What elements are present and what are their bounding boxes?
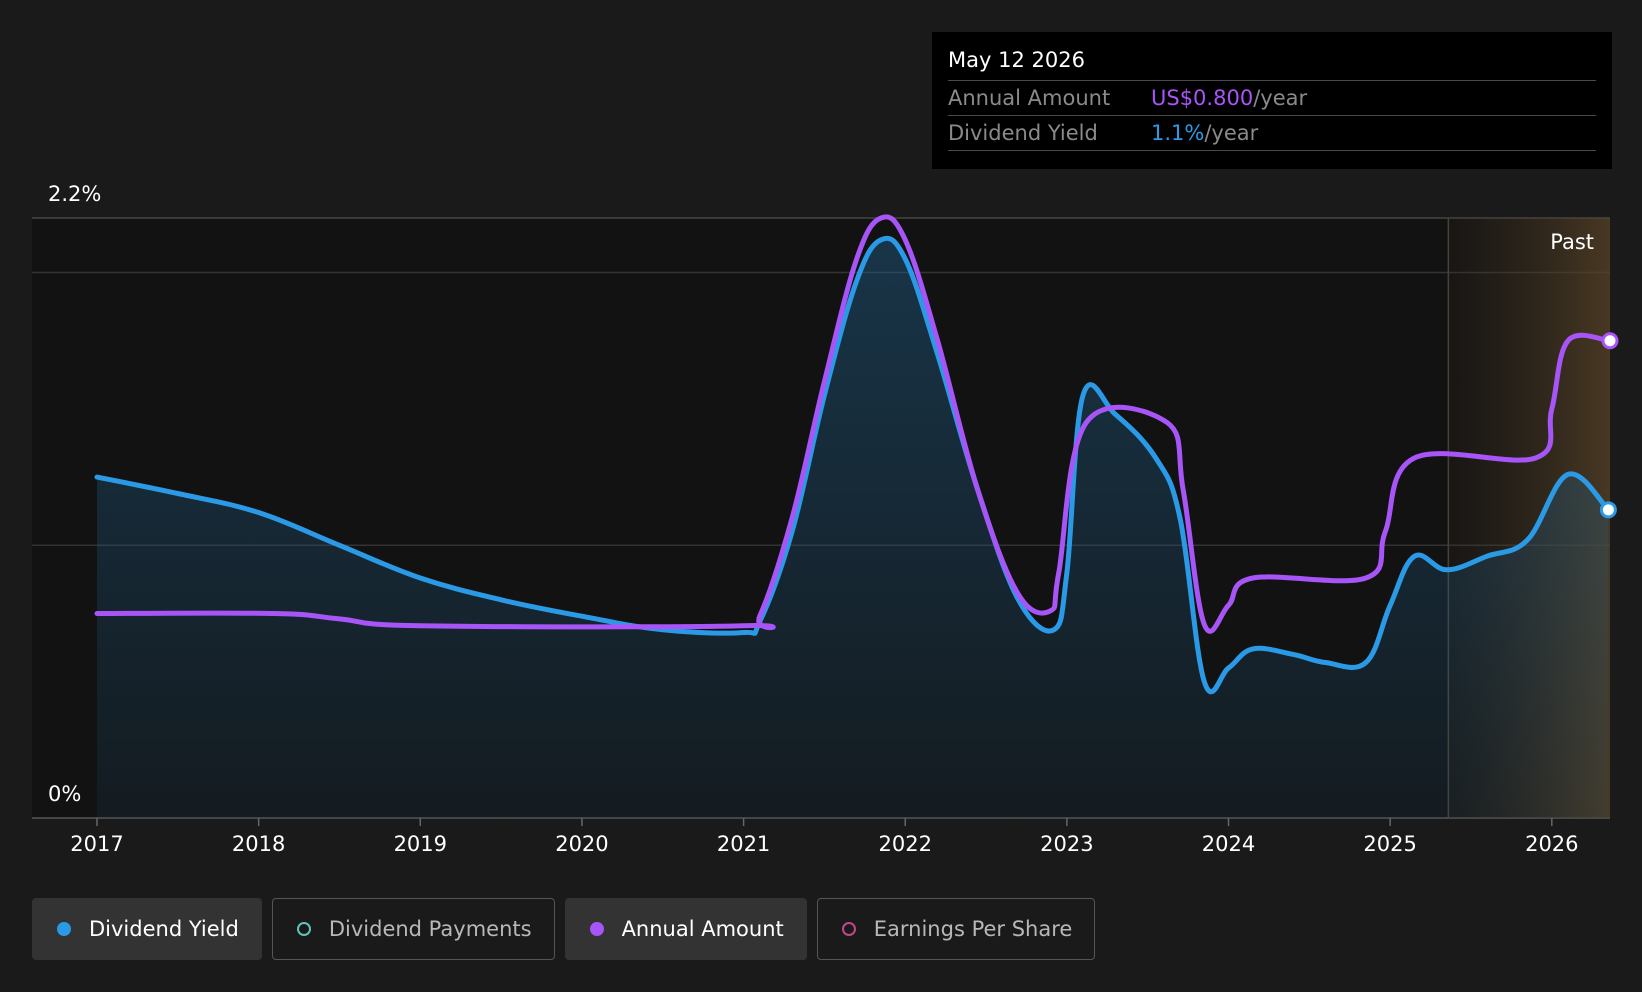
tooltip-value: US$0.800 — [1151, 86, 1254, 110]
tooltip-value: 1.1% — [1151, 121, 1205, 145]
legend-label: Dividend Payments — [328, 917, 532, 941]
tooltip-unit: /year — [1204, 121, 1259, 145]
dividend-yield-end-marker — [1599, 501, 1617, 519]
legend-label: Earnings Per Share — [873, 917, 1073, 941]
tooltip-row-annual-amount: Annual Amount US$0.800 /year — [948, 81, 1596, 116]
tooltip-row-dividend-yield: Dividend Yield 1.1% /year — [948, 116, 1596, 151]
legend-label: Dividend Yield — [89, 917, 239, 941]
x-tick-label: 2023 — [1040, 832, 1093, 856]
annual-amount-end-marker — [1601, 332, 1619, 350]
x-tick-label: 2022 — [878, 832, 931, 856]
filled-dot-icon — [589, 922, 604, 936]
x-tick-label: 2020 — [555, 832, 608, 856]
tooltip-date: May 12 2026 — [948, 46, 1596, 81]
x-tick-label: 2018 — [232, 832, 285, 856]
y-label-max: 2.2% — [48, 182, 101, 206]
x-tick-label: 2021 — [717, 832, 770, 856]
hollow-dot-icon — [296, 922, 311, 936]
legend: Dividend Yield Dividend Payments Annual … — [32, 898, 1096, 960]
legend-label: Annual Amount — [621, 917, 784, 941]
past-label: Past — [1550, 230, 1594, 254]
legend-item-annual-amount[interactable]: Annual Amount — [564, 898, 807, 960]
tooltip-label: Annual Amount — [948, 86, 1111, 110]
x-tick-label: 2026 — [1525, 832, 1578, 856]
tooltip-label: Dividend Yield — [948, 121, 1098, 145]
tooltip: May 12 2026 Annual Amount US$0.800 /year… — [932, 32, 1612, 169]
x-tick-label: 2017 — [70, 832, 123, 856]
hollow-dot-icon — [841, 922, 856, 936]
legend-item-dividend-payments[interactable]: Dividend Payments — [271, 898, 555, 960]
tooltip-unit: /year — [1253, 86, 1308, 110]
filled-dot-icon — [57, 922, 71, 936]
legend-item-earnings-per-share[interactable]: Earnings Per Share — [816, 898, 1096, 960]
x-tick-label: 2025 — [1363, 832, 1416, 856]
y-label-min: 0% — [48, 782, 81, 806]
x-tick-label: 2024 — [1202, 832, 1255, 856]
x-tick-label: 2019 — [394, 832, 447, 856]
legend-item-dividend-yield[interactable]: Dividend Yield — [32, 898, 262, 960]
